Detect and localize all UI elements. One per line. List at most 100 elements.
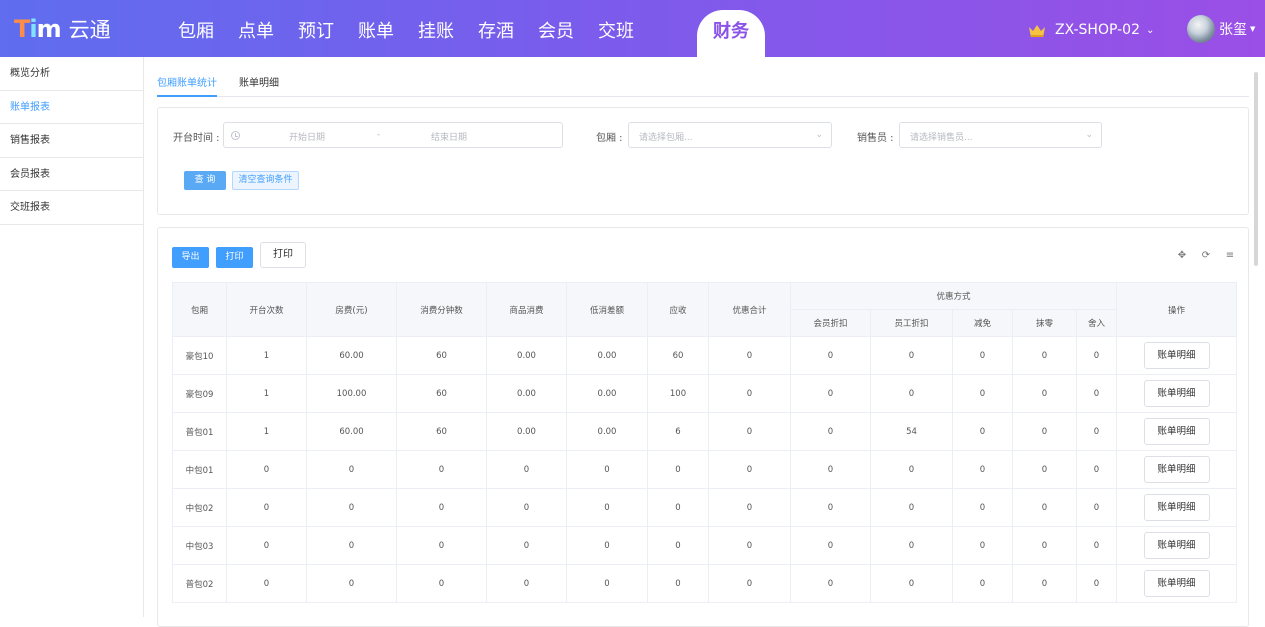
table-cell: 0.00 [566,412,648,451]
table-cell: 0 [870,564,953,603]
nav-item-order[interactable]: 点单 [238,0,274,57]
user-menu[interactable]: 张玺 ▼ [1187,15,1255,43]
table-cell: 60.00 [306,412,397,451]
bill-detail-button[interactable]: 账单明细 [1143,456,1210,483]
table-cell: 0 [1012,412,1077,451]
table-row: 普包02 0 0 0 0 0 0 0 0 0 0 0 0 账单明细 [172,564,1238,603]
nav-item-shift[interactable]: 交班 [598,0,634,57]
table-cell: 0 [226,450,307,489]
nav-item-booking[interactable]: 预订 [298,0,334,57]
nav-item-finance[interactable]: 财务 [697,10,765,57]
table-cell: 0 [790,374,871,413]
table-cell: 0 [790,336,871,375]
table-cell: 0 [870,374,953,413]
bill-detail-button[interactable]: 账单明细 [1143,494,1210,521]
main-nav: 包厢 点单 预订 账单 挂账 存酒 会员 交班 财务 [178,0,765,57]
start-date-input[interactable]: 开始日期 [289,130,325,143]
col-header-rounding: 舍入 [1075,309,1118,337]
tab-bill-details[interactable]: 账单明细 [239,71,279,97]
col-header-open-count: 开台次数 [226,282,307,337]
room-label: 包厢 : [596,133,623,144]
table-cell: 中包02 [172,488,227,527]
room-select[interactable]: 请选择包厢... ⌄ [628,122,832,148]
table-cell: 1 [226,336,307,375]
seller-select[interactable]: 请选择销售员... ⌄ [899,122,1102,148]
shop-selector[interactable]: ZX-SHOP-02 ⌄ [1028,22,1154,38]
page-scrollbar[interactable] [1254,72,1258,266]
table-cell: 豪包09 [172,374,227,413]
print-button[interactable]: 打印 [216,247,253,268]
sidebar-item-shift-report[interactable]: 交班报表 [0,191,143,225]
col-header-staff-discount: 员工折扣 [870,309,953,337]
table-cell: 0 [647,488,709,527]
move-icon[interactable]: ✥ [1176,250,1188,261]
table-cell: 0 [1075,374,1118,413]
table-cell: 0 [647,564,709,603]
table-cell: 0 [566,450,648,489]
col-header-waiver: 减免 [952,309,1013,337]
col-header-action: 操作 [1116,282,1238,337]
end-date-input[interactable]: 结束日期 [431,130,467,143]
table-cell: 0 [1075,336,1118,375]
settings-icon[interactable]: ≡ [1224,250,1236,261]
refresh-icon[interactable]: ⟳ [1200,250,1212,261]
col-header-minutes: 消费分钟数 [396,282,487,337]
table-cell: 0 [1012,450,1077,489]
table-cell: 0 [396,488,487,527]
table-cell: 0.00 [486,412,567,451]
table-cell: 0 [306,564,397,603]
nav-item-credit[interactable]: 挂账 [418,0,454,57]
nav-item-members[interactable]: 会员 [538,0,574,57]
table-cell: 0 [486,488,567,527]
query-button[interactable]: 查 询 [184,171,226,190]
table-cell: 0 [1012,336,1077,375]
col-header-room: 包厢 [172,282,227,337]
table-cell: 1 [226,374,307,413]
table-cell: 60 [647,336,709,375]
nav-item-bills[interactable]: 账单 [358,0,394,57]
table-cell: 0 [306,526,397,565]
col-header-discount-total: 优惠合计 [708,282,791,337]
bill-detail-button[interactable]: 账单明细 [1143,532,1210,559]
table-cell: 豪包10 [172,336,227,375]
table-cell: 0 [566,564,648,603]
table-cell: 0 [1075,526,1118,565]
bill-detail-button[interactable]: 账单明细 [1143,418,1210,445]
nav-item-wine-storage[interactable]: 存酒 [478,0,514,57]
table-cell: 60 [396,412,487,451]
table-cell: 普包01 [172,412,227,451]
top-navbar: Tim 云通 包厢 点单 预订 账单 挂账 存酒 会员 交班 财务 ZX-SHO… [0,0,1265,57]
table-cell: 0 [952,564,1013,603]
open-time-label: 开台时间 : [173,133,220,144]
seller-label: 销售员 : [857,133,894,144]
table-cell: 60.00 [306,336,397,375]
table-row: 中包03 0 0 0 0 0 0 0 0 0 0 0 0 账单明细 [172,526,1238,565]
date-range-picker[interactable]: 开始日期 - 结束日期 [223,122,563,148]
chevron-down-icon: ⌄ [1145,24,1155,36]
table-cell: 0 [647,526,709,565]
table-cell: 0 [1012,564,1077,603]
tab-room-bill-stats[interactable]: 包厢账单统计 [157,71,217,97]
table-cell: 0 [952,450,1013,489]
bill-detail-button[interactable]: 账单明细 [1143,380,1210,407]
table-cell: 普包02 [172,564,227,603]
avatar [1187,15,1215,43]
bill-detail-button[interactable]: 账单明细 [1143,342,1210,369]
sidebar-item-member-report[interactable]: 会员报表 [0,158,143,191]
bill-detail-button[interactable]: 账单明细 [1143,570,1210,597]
table-cell: 0 [708,488,791,527]
sidebar-item-sales-report[interactable]: 销售报表 [0,124,143,158]
nav-item-rooms[interactable]: 包厢 [178,0,214,57]
table-cell: 0 [486,564,567,603]
col-header-receivable: 应收 [647,282,709,337]
clear-conditions-button[interactable]: 清空查询条件 [232,171,299,190]
sidebar-item-bill-report[interactable]: 账单报表 [0,91,143,124]
table-cell: 0 [486,450,567,489]
sidebar-item-overview[interactable]: 概览分析 [0,57,143,91]
export-button[interactable]: 导出 [172,247,209,268]
date-separator: - [377,130,381,140]
table-cell: 0 [306,450,397,489]
app-logo[interactable]: Tim 云通 [14,14,111,44]
print-button-secondary[interactable]: 打印 [260,242,306,268]
table-cell: 0 [1012,374,1077,413]
